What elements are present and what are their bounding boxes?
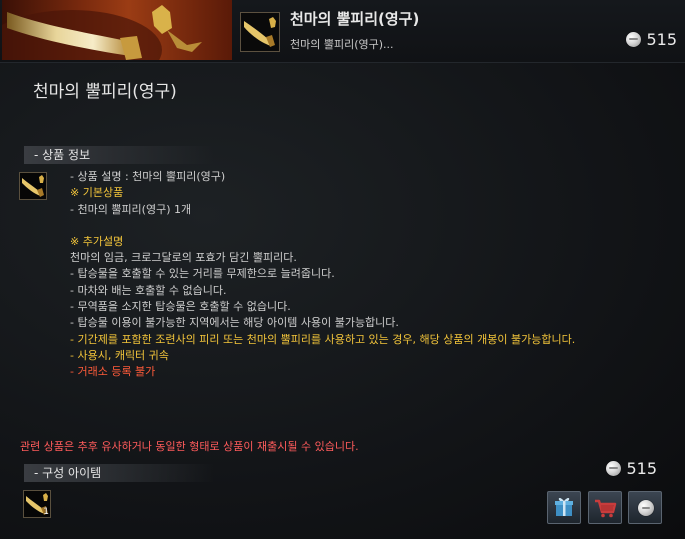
description-line: - 기간제를 포함한 조련사의 피리 또는 천마의 뿔피리를 사용하고 있는 경… [70,332,576,346]
description-line: ※ 추가설명 [70,234,124,248]
buy-button[interactable] [628,491,662,524]
total-price-value: 515 [626,459,657,478]
description-line: - 무역품을 소지한 탑승물은 호출할 수 없습니다. [70,300,291,314]
header-subtitle: 천마의 뿔피리(영구)... [290,38,394,51]
horn-icon[interactable] [19,172,47,200]
description-line [70,218,680,234]
header-title: 천마의 뿔피리(영구) [290,10,420,28]
product-description: - 상품 설명 : 천마의 뿔피리(영구) ※ 기본상품 - 천마의 뿔피리(영구)… [70,169,680,381]
gift-icon [555,497,573,516]
header-price-value: 515 [646,30,677,49]
product-banner-image [2,0,232,60]
description-line: - 천마의 뿔피리(영구) 1개 [70,202,192,216]
silver-coin-icon [606,461,622,476]
cart-icon [595,499,617,518]
header: 천마의 뿔피리(영구) 천마의 뿔피리(영구)... 515 [0,0,685,63]
gift-button[interactable] [547,491,581,524]
item-detail-panel: 천마의 뿔피리(영구) 천마의 뿔피리(영구)... 515 천마의 뿔피리(영… [0,0,685,539]
description-line: ※ 기본상품 [70,186,124,200]
item-count-badge: 1 [43,507,49,517]
section-components: - 구성 아이템 [24,464,214,482]
silver-coin-icon [626,32,642,47]
description-line: - 탑승물 이용이 불가능한 지역에서는 해당 아이템 사용이 불가능합니다. [70,316,399,330]
section-product-info: - 상품 정보 [24,146,214,164]
description-line: - 탑승물을 호출할 수 있는 거리를 무제한으로 늘려줍니다. [70,267,335,281]
description-line: - 상품 설명 : 천마의 뿔피리(영구) [70,170,226,183]
header-price: 515 [626,30,677,49]
product-thumbnail [240,12,280,52]
silver-coin-icon [638,500,654,516]
product-title: 천마의 뿔피리(영구) [33,82,177,102]
description-line: 천마의 임금, 크로그달로의 포효가 담긴 뿔피리다. [70,251,297,265]
description-line: - 사용시, 캐릭터 귀속 [70,348,169,362]
description-line: - 거래소 등록 불가 [70,365,156,379]
reissue-notice: 관련 상품은 추후 유사하거나 동일한 형태로 상품이 재출시될 수 있습니다. [20,440,359,453]
cart-button[interactable] [588,491,622,524]
component-item-slot[interactable]: 1 [23,490,51,518]
description-line: - 마차와 배는 호출할 수 없습니다. [70,283,227,297]
total-price: 515 [606,459,657,478]
